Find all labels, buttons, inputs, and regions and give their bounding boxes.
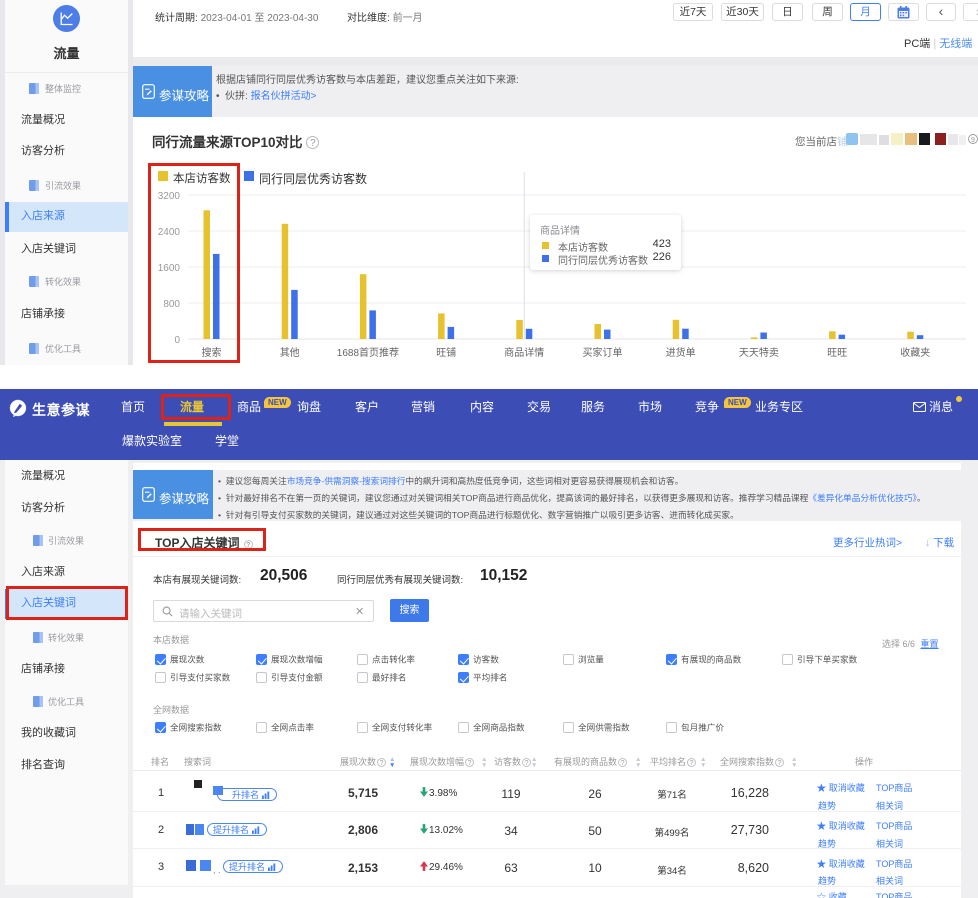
svg-text:收藏夹: 收藏夹 xyxy=(900,346,930,359)
svg-text:买家订单: 买家订单 xyxy=(583,346,623,359)
svg-text:天天特卖: 天天特卖 xyxy=(739,347,779,359)
svg-text:1688首页推荐: 1688首页推荐 xyxy=(337,346,399,359)
svg-text:进货单: 进货单 xyxy=(666,346,696,359)
svg-text:其他: 其他 xyxy=(280,346,300,359)
svg-text:商品详情: 商品详情 xyxy=(504,346,544,359)
svg-text:旺铺: 旺铺 xyxy=(436,346,456,359)
svg-text:旺旺: 旺旺 xyxy=(827,348,847,359)
